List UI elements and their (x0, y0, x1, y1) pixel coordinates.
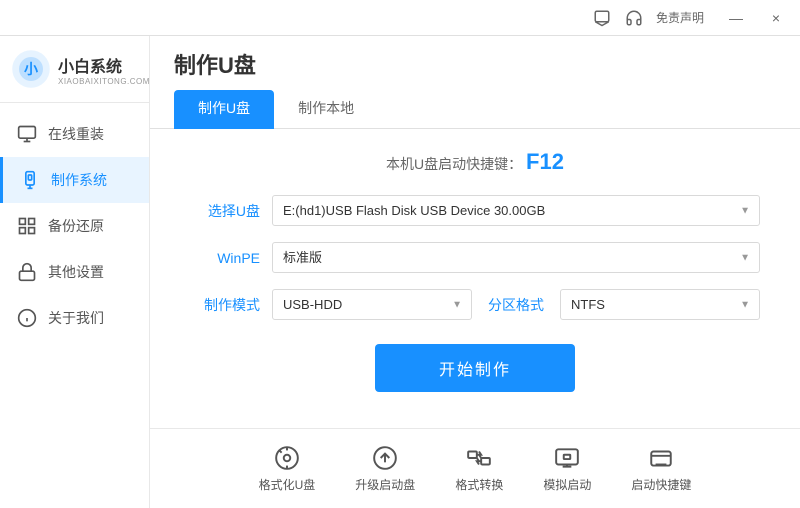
tool-upgrade-boot[interactable]: 升级启动盘 (355, 444, 415, 493)
usb-select-control: E:(hd1)USB Flash Disk USB Device 30.00GB… (272, 195, 760, 226)
disk-icon (273, 444, 301, 472)
tool-label-simulate: 模拟启动 (543, 476, 591, 493)
logo-main: 小白系统 (58, 53, 150, 77)
info-icon (16, 307, 38, 329)
winpe-row: WinPE 标准版 ▼ (190, 242, 760, 273)
tool-label-format: 格式化U盘 (259, 476, 316, 493)
partition-control: NTFS ▼ (560, 289, 760, 320)
headset-icon[interactable] (624, 8, 644, 28)
mode-label: 制作模式 (190, 295, 260, 315)
tabs: 制作U盘 制作本地 (174, 90, 776, 128)
form-area: 本机U盘启动快捷键： F12 选择U盘 E:(hd1)USB Flash Dis… (150, 129, 800, 428)
tool-label-bootkey: 启动快捷键 (631, 476, 691, 493)
content-area: 制作U盘 制作U盘 制作本地 本机U盘启动快捷键： F12 选择U盘 E:(hd… (150, 36, 800, 508)
monitor-icon (16, 123, 38, 145)
partition-label: 分区格式 (488, 295, 544, 315)
tool-simulate-boot[interactable]: 模拟启动 (543, 444, 591, 493)
logo-sub: XIAOBAIXITONG.COM (58, 77, 150, 86)
shortcut-hint: 本机U盘启动快捷键： F12 (190, 149, 760, 175)
titlebar-icons: 免责声明 — × (592, 4, 790, 32)
minimize-button[interactable]: — (722, 4, 750, 32)
usb-select[interactable]: E:(hd1)USB Flash Disk USB Device 30.00GB (272, 195, 760, 226)
winpe-select[interactable]: 标准版 (272, 242, 760, 273)
nav-label-about: 关于我们 (48, 308, 104, 328)
sidebar-item-make-system[interactable]: 制作系统 (0, 157, 149, 203)
sidebar-nav: 在线重装 制作系统 (0, 103, 149, 508)
page-header: 制作U盘 制作U盘 制作本地 (150, 36, 800, 129)
nav-label-make: 制作系统 (51, 170, 107, 190)
start-button[interactable]: 开始制作 (375, 344, 575, 392)
convert-icon (465, 444, 493, 472)
usb-label: 选择U盘 (190, 201, 260, 221)
tool-label-upgrade: 升级启动盘 (355, 476, 415, 493)
usb-select-row: 选择U盘 E:(hd1)USB Flash Disk USB Device 30… (190, 195, 760, 226)
shortcut-key: F12 (526, 149, 564, 174)
key-icon (647, 444, 675, 472)
shortcut-text: 本机U盘启动快捷键： (386, 156, 522, 172)
logo-icon: 小 (12, 50, 50, 88)
bottom-toolbar: 格式化U盘 升级启动盘 (150, 428, 800, 508)
svg-text:小: 小 (24, 61, 38, 77)
sidebar: 小 小白系统 XIAOBAIXITONG.COM 在线重装 (0, 36, 150, 508)
logo-text: 小白系统 XIAOBAIXITONG.COM (58, 53, 150, 86)
nav-label-backup: 备份还原 (48, 216, 104, 236)
app-body: 小 小白系统 XIAOBAIXITONG.COM 在线重装 (0, 36, 800, 508)
page-title: 制作U盘 (174, 48, 776, 80)
lock-icon (16, 261, 38, 283)
tab-make-local[interactable]: 制作本地 (274, 90, 378, 129)
close-button[interactable]: × (762, 4, 790, 32)
usb-icon (19, 169, 41, 191)
partition-select[interactable]: NTFS (560, 289, 760, 320)
nav-label-online: 在线重装 (48, 124, 104, 144)
upload-icon (371, 444, 399, 472)
logo-area: 小 小白系统 XIAOBAIXITONG.COM (0, 36, 149, 103)
screen-icon (553, 444, 581, 472)
tool-label-convert: 格式转换 (455, 476, 503, 493)
user-icon[interactable] (592, 8, 612, 28)
titlebar: 免责声明 — × (0, 0, 800, 36)
nav-label-settings: 其他设置 (48, 262, 104, 282)
tab-make-usb[interactable]: 制作U盘 (174, 90, 274, 129)
mode-control: USB-HDD ▼ (272, 289, 472, 320)
grid-icon (16, 215, 38, 237)
sidebar-item-online-reinstall[interactable]: 在线重装 (0, 111, 149, 157)
tool-format-convert[interactable]: 格式转换 (455, 444, 503, 493)
winpe-control: 标准版 ▼ (272, 242, 760, 273)
tool-boot-shortcut[interactable]: 启动快捷键 (631, 444, 691, 493)
sidebar-item-other-settings[interactable]: 其他设置 (0, 249, 149, 295)
tool-format-usb[interactable]: 格式化U盘 (259, 444, 316, 493)
sidebar-item-backup-restore[interactable]: 备份还原 (0, 203, 149, 249)
mode-select[interactable]: USB-HDD (272, 289, 472, 320)
sidebar-item-about-us[interactable]: 关于我们 (0, 295, 149, 341)
free-label[interactable]: 免责声明 (656, 9, 704, 26)
winpe-label: WinPE (190, 250, 260, 266)
mode-partition-row: 制作模式 USB-HDD ▼ 分区格式 NTFS ▼ (190, 289, 760, 320)
